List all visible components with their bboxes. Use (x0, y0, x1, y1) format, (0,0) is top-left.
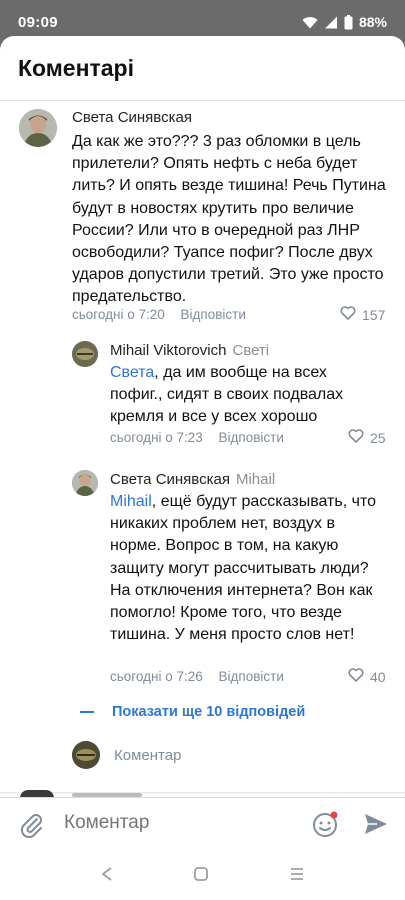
like-count: 25 (370, 429, 386, 446)
comment-text: Mihail, ещё будут рассказывать, что ника… (110, 491, 388, 646)
author-name[interactable]: Mihail Viktorovich (110, 342, 226, 359)
system-nav-bar (0, 852, 405, 900)
sheet-title: Коментарі (18, 54, 134, 81)
like-button[interactable]: 25 (348, 429, 386, 446)
comment-time: сьогодні о 7:26 (110, 669, 203, 684)
reply-button[interactable]: Відповісти (181, 307, 246, 322)
comment-text: Света, да им вообще на всех пофиг., сидя… (110, 362, 382, 429)
collapse-dash-icon (80, 711, 94, 713)
recents-nav-icon[interactable] (289, 867, 305, 886)
comment-time: сьогодні о 7:20 (72, 307, 165, 322)
comments-sheet: Коментарі Света Синявская Да как же это?… (0, 36, 405, 900)
signal-icon (324, 16, 338, 29)
comment-text: Да как же это??? 3 раз обломки в цель пр… (72, 131, 390, 309)
comment-author[interactable]: Света Синявская Mihail (110, 471, 275, 488)
reply-to-name[interactable]: Mihail (236, 471, 275, 488)
mention-link[interactable]: Mihail (110, 493, 152, 510)
avatar[interactable] (72, 470, 98, 496)
comment-body: Да как же это??? 3 раз обломки в цель пр… (72, 133, 386, 306)
heart-icon (340, 306, 356, 323)
heart-icon (348, 429, 364, 446)
attach-icon[interactable] (20, 812, 44, 843)
send-icon[interactable] (364, 813, 388, 840)
comment-author[interactable]: Света Синявская (72, 109, 192, 126)
like-count: 157 (362, 306, 386, 323)
like-button[interactable]: 157 (340, 306, 385, 323)
avatar[interactable] (72, 341, 98, 367)
heart-icon (348, 668, 364, 685)
comment-input-bar (0, 797, 405, 853)
home-nav-icon[interactable] (193, 866, 209, 887)
comment-meta: сьогодні о 7:26 Відповісти (110, 669, 284, 684)
header-divider (0, 100, 405, 101)
avatar (72, 741, 100, 769)
avatar[interactable] (19, 109, 57, 147)
comment-meta: сьогодні о 7:20 Відповісти (72, 307, 246, 322)
comment-body: , ещё будут рассказывать, что никаких пр… (110, 493, 376, 644)
wifi-icon (302, 16, 318, 29)
sheet-header: Коментарі (0, 36, 405, 100)
status-indicators: 88% (302, 14, 387, 30)
comment-time: сьогодні о 7:23 (110, 430, 203, 445)
reply-to-name[interactable]: Светі (232, 342, 269, 359)
reply-button[interactable]: Відповісти (219, 430, 284, 445)
show-more-label: Показати ще 10 відповідей (112, 704, 306, 720)
battery-icon (344, 14, 353, 30)
status-time: 09:09 (18, 13, 58, 31)
comment-author[interactable]: Mihail Viktorovich Светі (110, 342, 269, 359)
mention-link[interactable]: Света (110, 364, 154, 381)
like-button[interactable]: 40 (348, 668, 386, 685)
thread-separator (0, 792, 405, 793)
back-nav-icon[interactable] (100, 866, 114, 887)
inline-compose-placeholder: Коментар (114, 746, 182, 764)
reply-button[interactable]: Відповісти (219, 669, 284, 684)
author-name[interactable]: Света Синявская (110, 471, 230, 488)
comment-meta: сьогодні о 7:23 Відповісти (110, 430, 284, 445)
comment-input[interactable] (64, 812, 294, 834)
inline-reply-compose[interactable]: Коментар (72, 741, 181, 769)
battery-percent: 88% (358, 14, 387, 30)
like-count: 40 (370, 668, 386, 685)
show-more-replies-button[interactable]: Показати ще 10 відповідей (80, 704, 305, 720)
emoji-icon[interactable] (312, 810, 340, 843)
